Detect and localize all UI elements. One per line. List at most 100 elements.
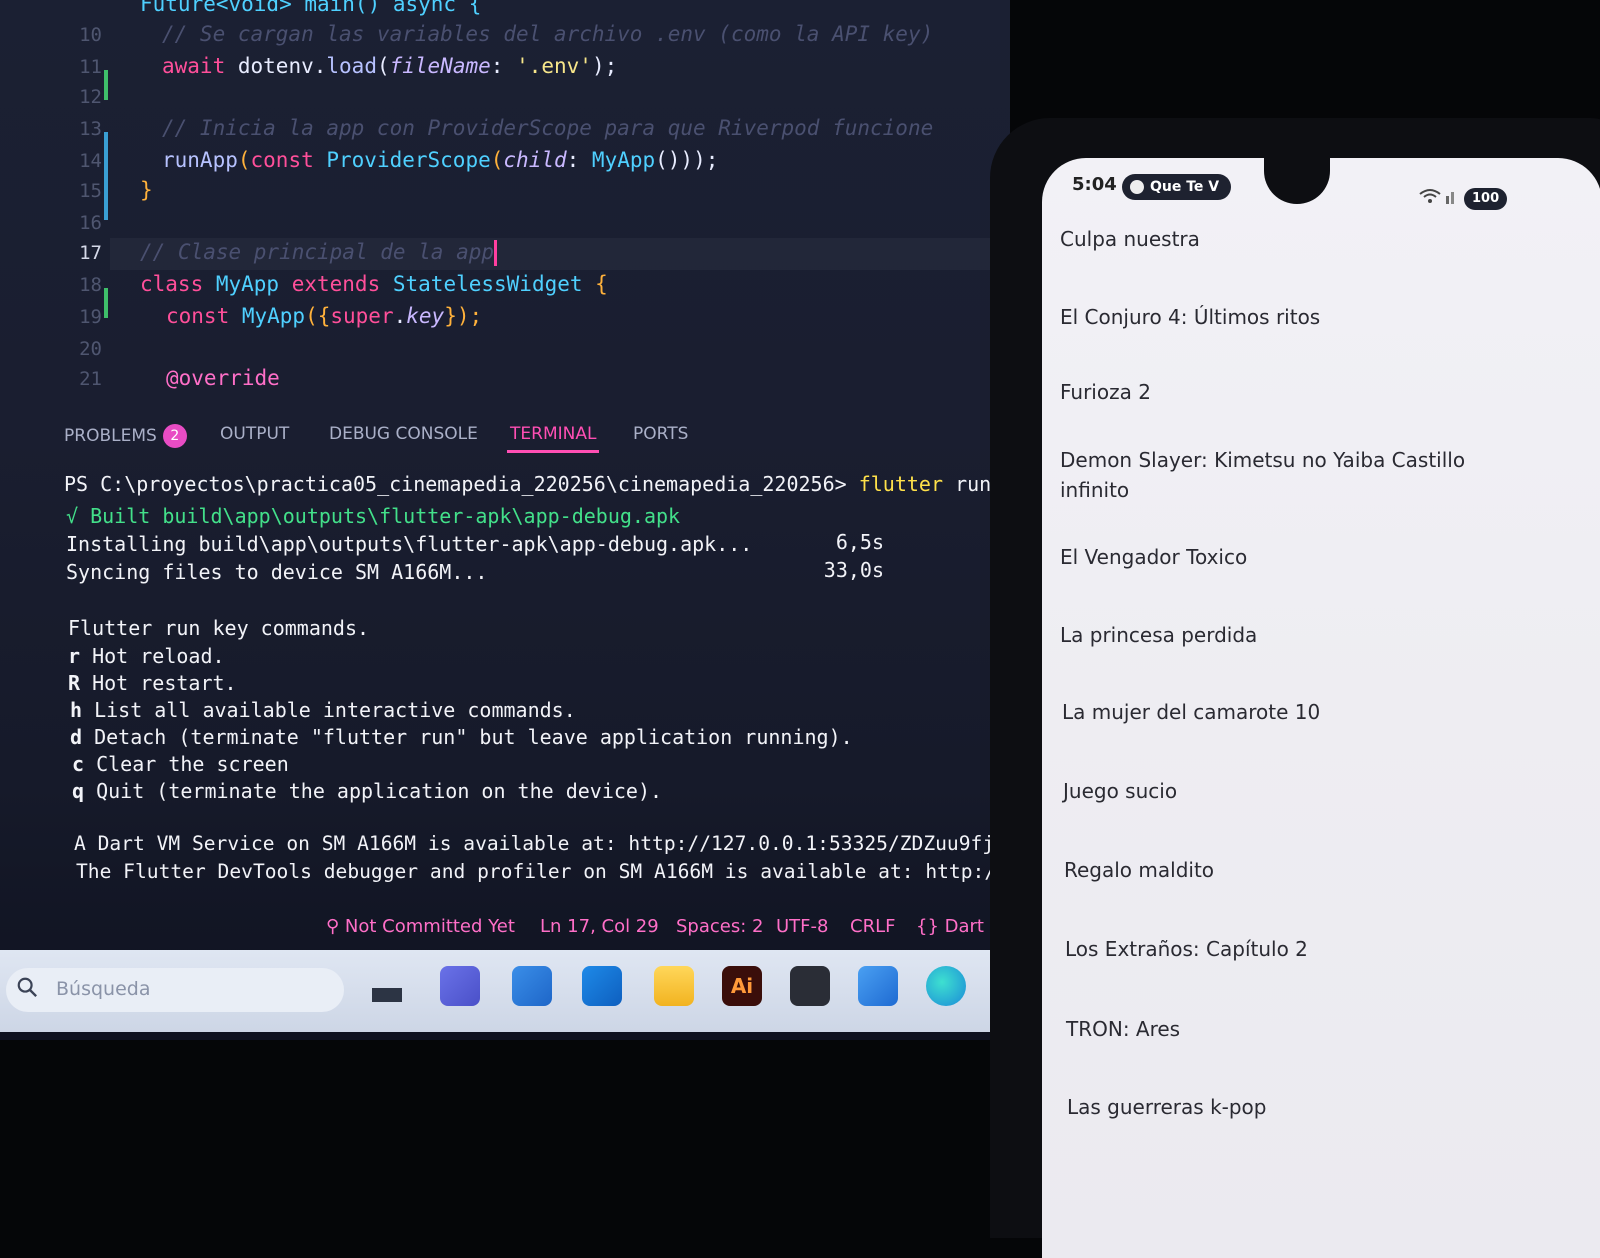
code-line-21: 21 @override: [0, 366, 1010, 396]
code-line-17: 17 // Clase principal de la app: [0, 240, 1010, 318]
search-placeholder: Búsqueda: [56, 978, 151, 1000]
line-number: 17: [79, 242, 102, 264]
command-arg: run: [955, 472, 992, 496]
punct: });: [444, 304, 483, 328]
problems-badge: 2: [162, 424, 187, 448]
movie-list-item[interactable]: Las guerreras k-pop: [1067, 1092, 1507, 1122]
monitor-screen: Future<void> main() async { 10 // Se car…: [0, 0, 1010, 1040]
comment: // Clase principal de la app: [140, 240, 495, 264]
movie-list-item[interactable]: La princesa perdida: [1060, 620, 1500, 650]
punct: :: [566, 148, 592, 172]
key-letter: R: [68, 671, 81, 695]
installing-time: 6,5s: [835, 530, 884, 554]
devtools-line[interactable]: The Flutter DevTools debugger and profil…: [76, 860, 1010, 883]
code-line-16: 16: [0, 210, 1010, 240]
line-number: 10: [79, 24, 102, 46]
indentation[interactable]: Spaces: 2: [676, 916, 763, 937]
key-commands-title: Flutter run key commands.: [68, 616, 370, 640]
keyword: class: [140, 272, 216, 296]
line-number: 13: [79, 118, 102, 140]
key-description: List all available interactive commands.: [94, 698, 576, 722]
key-command-line: q Quit (terminate the application on the…: [72, 779, 662, 803]
movie-list-item[interactable]: El Conjuro 4: Últimos ritos: [1060, 302, 1500, 332]
key-letter: d: [70, 725, 83, 749]
taskbar-search[interactable]: Búsqueda: [6, 968, 344, 1012]
file-explorer-icon[interactable]: [654, 966, 694, 1006]
status-bar: ⚲ Not Committed Yet Ln 17, Col 29 Spaces…: [0, 908, 1010, 948]
function-name: runApp: [162, 148, 238, 172]
movie-list-item[interactable]: El Vengador Toxico: [1060, 542, 1500, 572]
windows-taskbar: Búsqueda Ai: [0, 950, 1010, 1032]
language-mode[interactable]: {} Dart: [916, 916, 984, 937]
visual-studio-icon[interactable]: [858, 966, 898, 1006]
movie-list-item[interactable]: La mujer del camarote 10: [1062, 697, 1502, 727]
movie-list-item[interactable]: Demon Slayer: Kimetsu no Yaiba Castillo …: [1060, 445, 1490, 505]
store-icon[interactable]: [512, 966, 552, 1006]
media-notification-pill[interactable]: Que Te V: [1122, 174, 1232, 200]
punct: .: [393, 304, 407, 328]
syncing-time: 33,0s: [823, 558, 884, 582]
key-command-line: r Hot reload.: [68, 644, 225, 668]
key-description: Clear the screen: [96, 752, 289, 776]
tab-terminal[interactable]: TERMINAL: [510, 424, 596, 444]
tab-debug-console[interactable]: DEBUG CONSOLE: [329, 424, 478, 444]
outlook-icon[interactable]: [582, 966, 622, 1006]
key-command-line: R Hot restart.: [68, 671, 237, 695]
movie-list-item[interactable]: Los Extraños: Capítulo 2: [1065, 934, 1505, 964]
git-branch-icon: ⚲: [326, 916, 345, 937]
keyword: await: [162, 54, 226, 78]
git-status[interactable]: ⚲ Not Committed Yet: [326, 916, 515, 937]
brace: {: [595, 272, 608, 296]
line-number: 12: [79, 86, 102, 108]
annotation: @override: [166, 366, 280, 390]
punct: ()));: [655, 148, 719, 172]
keyword: extends: [291, 272, 393, 296]
line-number: 18: [79, 274, 102, 296]
line-number: 15: [79, 180, 102, 202]
class-name: StatelessWidget: [392, 272, 596, 296]
key-description: Hot reload.: [92, 644, 225, 668]
vm-service-line[interactable]: A Dart VM Service on SM A166M is availab…: [74, 832, 1010, 855]
movie-list-item[interactable]: Juego sucio: [1063, 776, 1503, 806]
terminal-icon[interactable]: [790, 966, 830, 1006]
movie-list-item[interactable]: Culpa nuestra: [1060, 224, 1500, 254]
tab-problems[interactable]: PROBLEMS 2: [64, 424, 187, 448]
punct: ({: [305, 304, 331, 328]
key-letter: c: [72, 752, 85, 776]
phone-screen: 5:04 Que Te V 100 Culpa nuestra El Conju…: [1042, 158, 1600, 1258]
status-time: 5:04: [1072, 174, 1117, 195]
code-line-12: 12: [0, 84, 1010, 220]
teams-icon[interactable]: [440, 966, 480, 1006]
movie-list-item[interactable]: Regalo maldito: [1064, 855, 1504, 885]
cursor-position[interactable]: Ln 17, Col 29: [540, 916, 659, 937]
class-name: ProviderScope: [326, 148, 491, 172]
code-line-15: 15 }: [0, 178, 1010, 208]
movie-list-item[interactable]: Furioza 2: [1060, 377, 1500, 407]
task-view-icon[interactable]: [368, 966, 408, 1006]
command-name: flutter: [858, 472, 944, 496]
movie-list-item[interactable]: TRON: Ares: [1066, 1014, 1506, 1044]
key-command-line: h List all available interactive command…: [70, 698, 576, 722]
identifier: dotenv.: [237, 54, 327, 78]
file-encoding[interactable]: UTF-8: [776, 916, 828, 937]
code-text: Future<void> main() async {: [140, 0, 481, 16]
active-tab-indicator: [507, 450, 599, 453]
key-command-line: d Detach (terminate "flutter run" but le…: [70, 725, 853, 749]
tab-output[interactable]: OUTPUT: [220, 424, 289, 444]
line-ending[interactable]: CRLF: [850, 916, 895, 937]
terminal-output[interactable]: PS C:\proyectos\practica05_cinemapedia_2…: [0, 466, 1010, 906]
key-letter: q: [72, 779, 85, 803]
code-editor[interactable]: Future<void> main() async { 10 // Se car…: [0, 0, 1010, 408]
edge-icon[interactable]: [926, 966, 966, 1006]
code-line-10: 10 // Se cargan las variables del archiv…: [0, 22, 1010, 100]
battery-indicator: 100: [1464, 188, 1508, 210]
keyword: super: [330, 304, 394, 328]
code-partial-line: Future<void> main() async {: [140, 0, 482, 16]
key-command-line: c Clear the screen: [72, 752, 289, 776]
illustrator-icon[interactable]: Ai: [722, 966, 762, 1006]
code-line-20: 20: [0, 336, 1010, 366]
line-number: 11: [79, 56, 102, 78]
class-name: MyApp: [241, 304, 306, 328]
punct: );: [591, 54, 618, 78]
tab-ports[interactable]: PORTS: [633, 424, 688, 444]
